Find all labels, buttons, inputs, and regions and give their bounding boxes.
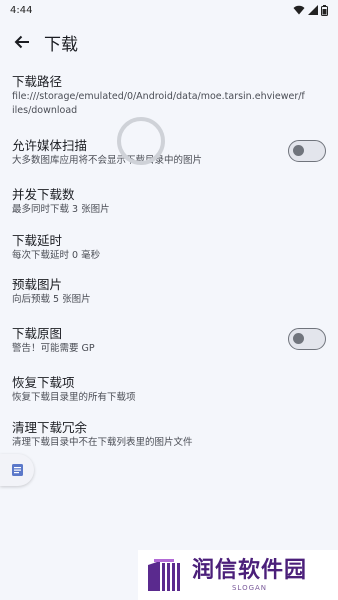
app-bar: 下载	[0, 22, 338, 62]
watermark-logo-icon	[148, 559, 180, 591]
setting-subtitle: 每次下载延时 0 毫秒	[12, 250, 101, 261]
setting-download-path[interactable]: 下载路径 file:///storage/emulated/0/Android/…	[0, 74, 338, 118]
setting-concurrent-downloads[interactable]: 并发下载数 最多同时下载 3 张图片	[0, 187, 338, 217]
back-button[interactable]	[2, 22, 42, 62]
download-original-switch[interactable]	[288, 328, 326, 350]
setting-preload-images[interactable]: 预载图片 向后预载 5 张图片	[0, 277, 338, 307]
battery-icon	[321, 4, 328, 16]
media-scan-switch[interactable]	[288, 140, 326, 162]
setting-download-original[interactable]: 下载原图 警告！可能需要 GP	[0, 326, 338, 356]
status-time: 4:44	[10, 4, 33, 16]
arrow-left-icon	[14, 35, 29, 49]
setting-title: 恢复下载项	[12, 375, 75, 390]
loading-spinner	[117, 117, 165, 165]
side-tab[interactable]	[0, 454, 34, 486]
setting-subtitle: 最多同时下载 3 张图片	[12, 204, 110, 215]
setting-title: 清理下载冗余	[12, 420, 88, 435]
document-icon	[11, 464, 23, 476]
watermark: 润信软件园 SLOGAN	[138, 550, 338, 600]
setting-restore-downloads[interactable]: 恢复下载项 恢复下载目录里的所有下载项	[0, 375, 338, 405]
status-icons	[293, 4, 328, 16]
setting-title: 下载原图	[12, 326, 63, 341]
setting-subtitle: 恢复下载目录里的所有下载项	[12, 392, 136, 403]
setting-title: 下载路径	[12, 74, 63, 89]
setting-title: 下载延时	[12, 233, 63, 248]
watermark-name: 润信软件园	[192, 557, 308, 583]
setting-clean-redundant[interactable]: 清理下载冗余 清理下载目录中不在下载列表里的图片文件	[0, 420, 338, 450]
setting-title: 预载图片	[12, 277, 63, 292]
setting-subtitle: 警告！可能需要 GP	[12, 343, 95, 354]
setting-subtitle: file:///storage/emulated/0/Android/data/…	[12, 91, 305, 116]
setting-subtitle: 向后预载 5 张图片	[12, 294, 91, 305]
switch-thumb	[293, 333, 304, 344]
watermark-slogan: SLOGAN	[231, 583, 268, 592]
setting-subtitle: 大多数图库应用将不会显示下载目录中的图片	[12, 155, 203, 166]
watermark-text: 润信软件园 SLOGAN	[192, 558, 307, 593]
setting-media-scan[interactable]: 允许媒体扫描 大多数图库应用将不会显示下载目录中的图片	[0, 138, 338, 168]
setting-subtitle: 清理下载目录中不在下载列表里的图片文件	[12, 437, 193, 448]
setting-title: 允许媒体扫描	[12, 138, 88, 153]
setting-download-delay[interactable]: 下载延时 每次下载延时 0 毫秒	[0, 233, 338, 263]
setting-title: 并发下载数	[12, 187, 75, 202]
page-title: 下载	[44, 34, 78, 55]
status-bar: 4:44	[0, 0, 338, 20]
switch-thumb	[293, 145, 304, 156]
signal-icon	[308, 5, 318, 15]
wifi-icon	[293, 5, 305, 15]
